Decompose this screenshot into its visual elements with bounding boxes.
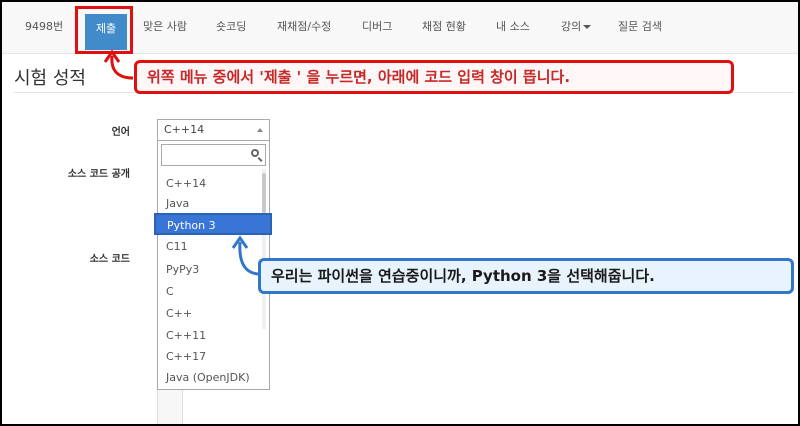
submit-callout: 위쪽 메뉴 중에서 '제출 ' 을 누르면, 아래에 코드 입력 창이 뜹니다. [134, 60, 734, 94]
language-option[interactable]: C [158, 281, 269, 303]
language-selected-value: C++14 [164, 123, 205, 136]
nav-rejudge[interactable]: 재채점/수정 [277, 2, 331, 52]
red-arrow [103, 49, 134, 80]
language-option[interactable]: Java (OpenJDK) [158, 367, 269, 389]
language-option[interactable]: C++ [158, 303, 269, 325]
source-public-label: 소스 코드 공개 [67, 169, 130, 180]
nav-question-search[interactable]: 질문 검색 [618, 2, 662, 52]
source-code-label: 소스 코드 [89, 254, 130, 265]
language-label: 언어 [111, 127, 130, 138]
nav-lecture-label: 강의 [561, 20, 582, 33]
submit-highlight-box [75, 6, 133, 54]
language-option[interactable]: C++14 [158, 173, 269, 195]
language-option[interactable]: C++17 [158, 346, 269, 368]
language-option[interactable]: C++11 [158, 325, 269, 347]
caret-down-icon [583, 25, 592, 29]
python-callout: 우리는 파이썬을 연습중이니까, Python 3을 선택해줍니다. [258, 258, 794, 294]
nav-lecture[interactable]: 강의 [561, 2, 592, 52]
language-option-selected[interactable]: Python 3 [154, 213, 272, 235]
problem-id[interactable]: 9498번 [25, 2, 63, 52]
nav-my-source[interactable]: 내 소스 [496, 2, 530, 52]
page-title: 시험 성적 [14, 68, 86, 89]
language-search-input[interactable] [161, 144, 266, 166]
nav-short-coding[interactable]: 숏코딩 [216, 2, 246, 52]
nav-debug[interactable]: 디버그 [362, 2, 392, 52]
nav-accepted-users[interactable]: 맞은 사람 [143, 2, 187, 52]
nav-status[interactable]: 채점 현황 [422, 2, 466, 52]
language-option[interactable]: Java [158, 193, 269, 215]
search-icon [251, 149, 259, 157]
caret-up-icon [257, 128, 263, 132]
language-select[interactable]: C++14 [157, 119, 270, 141]
